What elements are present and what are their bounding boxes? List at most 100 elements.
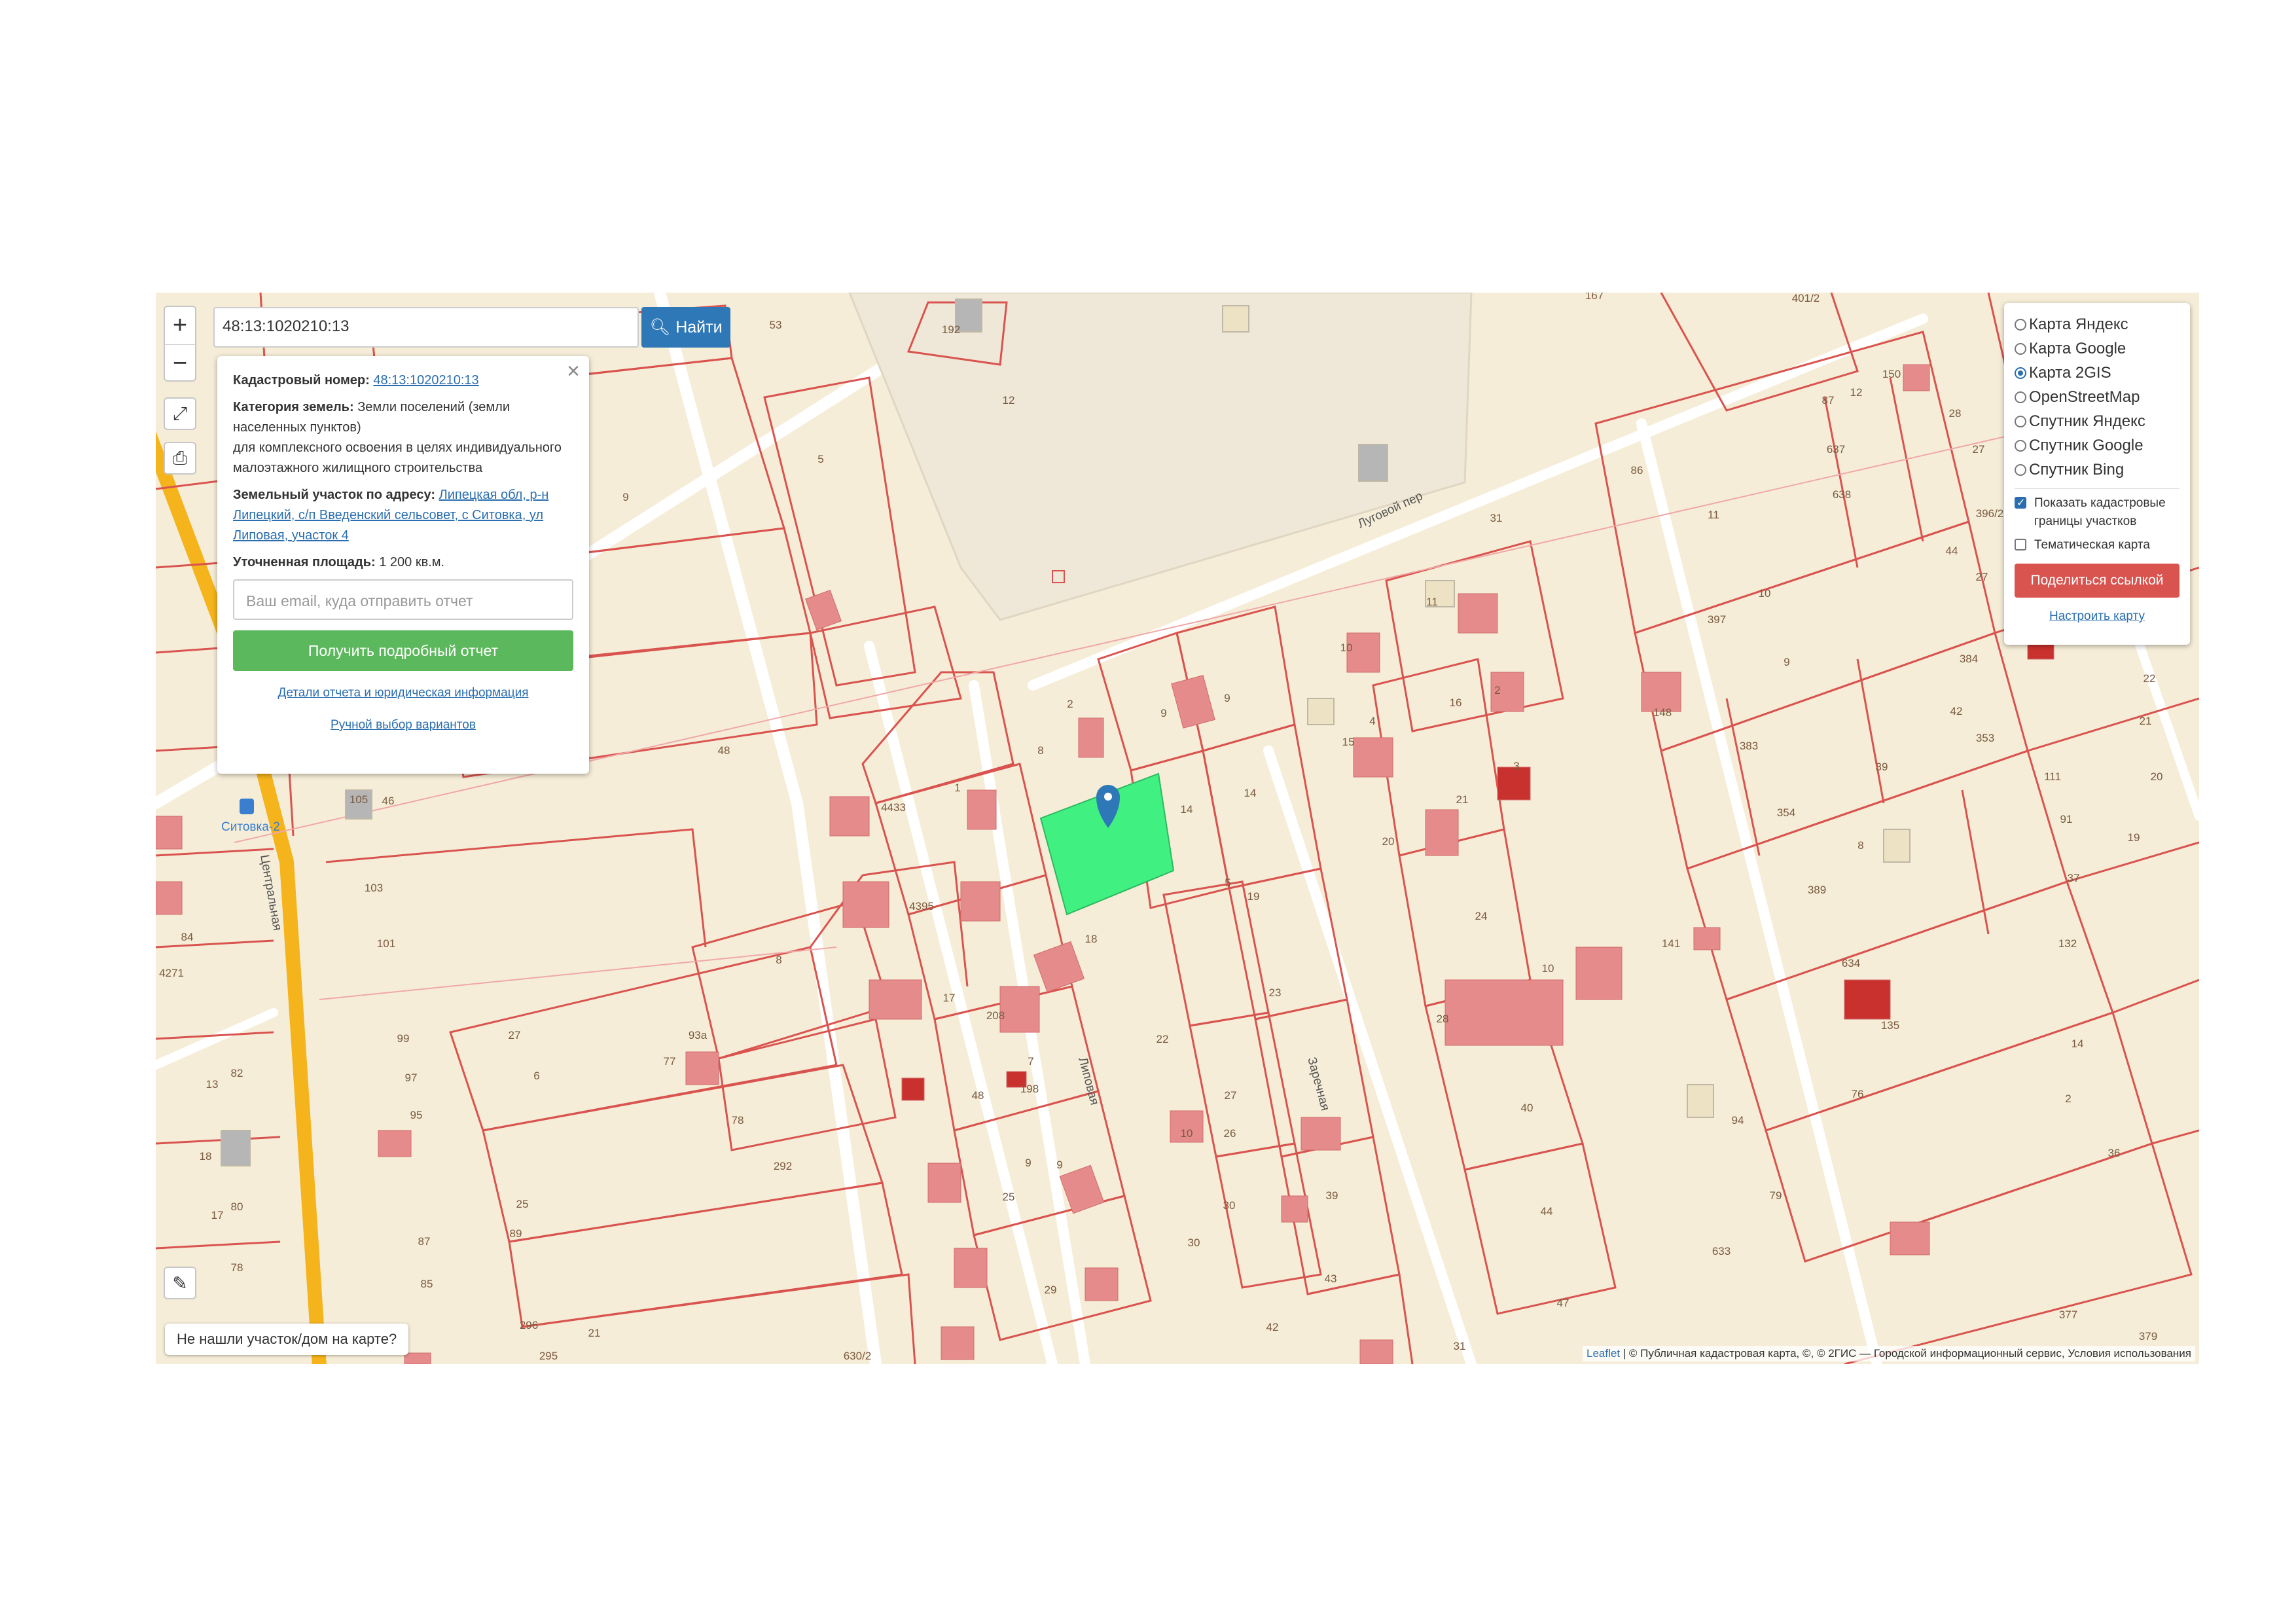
thematic-option[interactable]: Тематическая карта: [2015, 536, 2179, 554]
layer-option[interactable]: Спутник Яндекс: [2015, 409, 2179, 433]
svg-text:20: 20: [1382, 835, 1395, 848]
svg-text:10: 10: [1340, 641, 1353, 654]
svg-text:22: 22: [1157, 1033, 1169, 1045]
radio-button[interactable]: [2015, 342, 2026, 355]
radio-button[interactable]: [2015, 463, 2026, 476]
svg-text:4433: 4433: [881, 801, 906, 814]
svg-text:12: 12: [1850, 386, 1863, 399]
svg-text:27: 27: [509, 1029, 521, 1041]
zoom-out-button[interactable]: −: [165, 344, 195, 382]
svg-text:21: 21: [2140, 715, 2152, 727]
stop-label: Ситовка-2: [221, 820, 280, 834]
search-icon: 🔍︎: [649, 317, 671, 336]
checkbox[interactable]: [2015, 494, 2026, 513]
show-cadastral-option[interactable]: Показать кадастровые границы участков: [2015, 494, 2179, 531]
layer-option[interactable]: Карта Google: [2015, 336, 2179, 361]
street-lipovaya: Липовая: [1075, 1056, 1102, 1107]
svg-text:150: 150: [1882, 368, 1901, 380]
category-row: Категория земель: Земли поселений (земли…: [233, 397, 573, 478]
svg-text:25: 25: [516, 1198, 529, 1210]
svg-text:27: 27: [1976, 571, 1988, 583]
svg-text:4271: 4271: [159, 967, 184, 979]
svg-text:17: 17: [211, 1209, 224, 1221]
not-found-button[interactable]: Не нашли участок/дом на карте?: [165, 1324, 409, 1355]
svg-text:84: 84: [181, 931, 194, 943]
svg-text:36: 36: [2108, 1147, 2121, 1159]
ruler-icon: ✎: [172, 1272, 188, 1293]
svg-text:87: 87: [1822, 394, 1835, 406]
radio-button[interactable]: [2015, 415, 2026, 427]
fullscreen-button[interactable]: ⤢: [164, 397, 196, 430]
ruler-button[interactable]: ✎: [164, 1267, 196, 1299]
layer-option[interactable]: Спутник Bing: [2015, 458, 2179, 482]
attribution: Leaflet | © Публичная кадастровая карта,…: [1583, 1346, 2195, 1362]
svg-text:8: 8: [1857, 839, 1863, 852]
svg-text:43: 43: [1325, 1272, 1337, 1285]
manual-select-link[interactable]: Ручной выбор вариантов: [331, 718, 476, 732]
svg-text:105: 105: [350, 793, 368, 806]
svg-text:3: 3: [1513, 760, 1519, 772]
svg-text:94: 94: [1732, 1114, 1744, 1127]
print-button[interactable]: ⎙: [164, 442, 196, 475]
svg-text:37: 37: [2068, 872, 2080, 884]
zoom-in-button[interactable]: +: [165, 307, 195, 344]
radio-button[interactable]: [2015, 318, 2026, 331]
radio-button[interactable]: [2015, 367, 2026, 379]
svg-text:141: 141: [1662, 937, 1680, 950]
svg-text:39: 39: [1876, 761, 1888, 773]
close-icon[interactable]: ×: [567, 360, 580, 382]
svg-text:21: 21: [588, 1327, 601, 1339]
svg-text:634: 634: [1842, 957, 1860, 969]
svg-text:86: 86: [1631, 464, 1643, 477]
svg-text:93а: 93а: [689, 1029, 708, 1041]
configure-map-link[interactable]: Настроить карту: [2049, 609, 2145, 623]
layer-option[interactable]: Карта Яндекс: [2015, 312, 2179, 336]
svg-text:383: 383: [1740, 740, 1758, 752]
svg-text:40: 40: [1521, 1102, 1534, 1114]
svg-text:6: 6: [533, 1070, 539, 1082]
layer-option[interactable]: Карта 2GIS: [2015, 361, 2179, 385]
checkbox[interactable]: [2015, 539, 2026, 550]
svg-text:9: 9: [1025, 1157, 1031, 1169]
layer-option[interactable]: Спутник Google: [2015, 433, 2179, 458]
radio-button[interactable]: [2015, 439, 2026, 452]
layer-switcher: Карта Яндекс Карта Google Карта 2GIS Ope…: [2004, 303, 2190, 645]
cadastral-link[interactable]: 48:13:1020210:13: [373, 373, 478, 388]
svg-text:8: 8: [776, 954, 781, 966]
svg-text:9: 9: [1056, 1159, 1062, 1171]
email-field[interactable]: Ваш email, куда отправить отчет: [233, 579, 573, 620]
svg-text:14: 14: [2072, 1038, 2084, 1050]
svg-text:85: 85: [421, 1278, 433, 1290]
leaflet-link[interactable]: Leaflet: [1587, 1347, 1620, 1360]
svg-text:39: 39: [1326, 1189, 1338, 1202]
svg-text:103: 103: [365, 882, 383, 894]
find-button[interactable]: 🔍︎ Найти: [641, 307, 730, 348]
svg-text:14: 14: [1244, 787, 1257, 799]
share-link-button[interactable]: Поделиться ссылкой: [2015, 564, 2179, 598]
svg-text:28: 28: [1949, 407, 1962, 420]
cadastral-label: Кадастровый номер:: [233, 373, 370, 388]
svg-text:78: 78: [231, 1261, 243, 1274]
svg-text:99: 99: [397, 1032, 410, 1045]
printer-icon: ⎙: [172, 447, 188, 468]
svg-text:24: 24: [1475, 910, 1488, 922]
map-view[interactable]: 53 192 5 9 48 105 46 103 101 99 97 95 82 13 18 80 17…: [156, 293, 2199, 1364]
svg-text:167: 167: [1585, 293, 1604, 302]
zoom-control: + −: [164, 306, 196, 382]
svg-text:9: 9: [1784, 656, 1789, 668]
svg-text:148: 148: [1653, 706, 1672, 719]
details-link[interactable]: Детали отчета и юридическая информация: [278, 686, 529, 700]
svg-text:10: 10: [1542, 962, 1554, 975]
svg-text:30: 30: [1223, 1199, 1236, 1212]
svg-text:208: 208: [986, 1009, 1005, 1022]
search-input[interactable]: 48:13:1020210:13: [213, 307, 639, 348]
layer-option[interactable]: OpenStreetMap: [2015, 385, 2179, 409]
address-row: Земельный участок по адресу: Липецкая об…: [233, 485, 573, 546]
svg-text:9: 9: [622, 491, 628, 503]
svg-text:26: 26: [1224, 1127, 1236, 1140]
radio-button[interactable]: [2015, 391, 2026, 403]
area-label: Уточненная площадь:: [233, 555, 376, 569]
get-report-button[interactable]: Получить подробный отчет: [233, 630, 573, 671]
svg-text:15: 15: [1342, 736, 1355, 748]
svg-text:27: 27: [1973, 443, 1985, 456]
